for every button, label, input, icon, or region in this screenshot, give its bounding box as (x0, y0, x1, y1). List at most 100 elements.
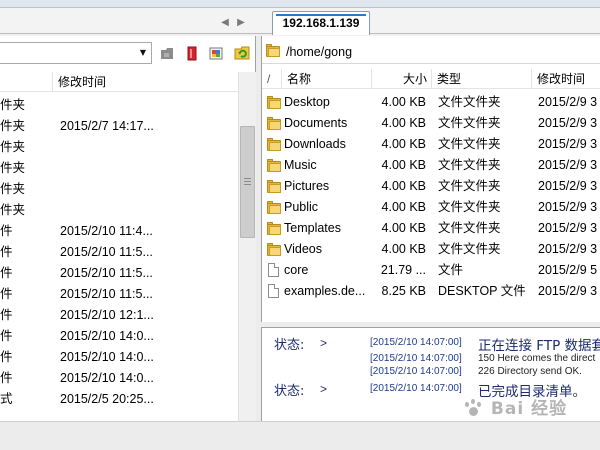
file-name: Templates (284, 221, 341, 235)
list-item[interactable]: 件 2015/2/10 11:5... (0, 242, 238, 263)
table-row[interactable]: Videos 4.00 KB 文件文件夹 2015/2/9 3 (262, 239, 600, 260)
folder-icon (267, 138, 281, 151)
header-size[interactable]: 大小 (372, 69, 432, 89)
file-size: 4.00 KB (381, 137, 426, 151)
delete-icon[interactable] (183, 44, 201, 62)
item-type: 件 (0, 224, 13, 238)
table-row[interactable]: examples.de... 8.25 KB DESKTOP 文件 2015/2… (262, 281, 600, 302)
list-item[interactable]: 件 2015/2/10 12:1... (0, 305, 238, 326)
log-message: 226 Directory send OK. (478, 366, 582, 377)
tab-scroll-right-icon[interactable]: ▶ (235, 17, 247, 29)
list-item[interactable]: 件夹 (0, 137, 238, 158)
folder-icon (267, 96, 281, 109)
list-item[interactable]: 件 2015/2/10 11:5... (0, 284, 238, 305)
remote-path-bar[interactable]: /home/gong (262, 40, 600, 64)
local-vertical-scrollbar[interactable] (238, 72, 256, 421)
item-type: 件夹 (0, 140, 26, 154)
window-top-strip (0, 0, 600, 8)
table-row[interactable]: Pictures 4.00 KB 文件文件夹 2015/2/9 3 (262, 176, 600, 197)
item-type: 件 (0, 350, 13, 364)
file-name: Music (284, 158, 317, 172)
file-type: 文件文件夹 (438, 200, 501, 214)
table-row[interactable]: Templates 4.00 KB 文件文件夹 2015/2/9 3 (262, 218, 600, 239)
header-type[interactable]: 类型 (432, 69, 532, 89)
file-icon (268, 263, 279, 277)
file-name: Desktop (284, 95, 330, 109)
log-timestamp: [2015/2/10 14:07:00] (370, 383, 462, 394)
file-modified: 2015/2/9 3 (538, 284, 598, 298)
item-date: 2015/2/10 11:5... (60, 245, 153, 259)
properties-icon[interactable] (207, 44, 225, 62)
local-list-header: 修改时间 (0, 72, 238, 92)
table-row[interactable]: core 21.79 ... 文件 2015/2/9 5 (262, 260, 600, 281)
remote-path-text[interactable]: /home/gong (286, 45, 352, 59)
table-row[interactable]: Downloads 4.00 KB 文件文件夹 2015/2/9 3 (262, 134, 600, 155)
remote-list-header: / 名称 大小 类型 修改时间 (262, 69, 600, 89)
list-item[interactable]: 件 2015/2/10 14:0... (0, 347, 238, 368)
list-item[interactable]: 件夹 (0, 158, 238, 179)
item-date: 2015/2/7 14:17... (60, 119, 154, 133)
log-status-label: 状态: (274, 384, 305, 399)
table-row[interactable]: Public 4.00 KB 文件文件夹 2015/2/9 3 (262, 197, 600, 218)
file-modified: 2015/2/9 3 (538, 242, 598, 256)
file-size: 4.00 KB (381, 116, 426, 130)
file-modified: 2015/2/9 3 (538, 200, 598, 214)
folder-up-icon[interactable] (158, 44, 176, 62)
item-type: 件夹 (0, 98, 26, 112)
log-timestamp: [2015/2/10 14:07:00] (370, 353, 462, 364)
table-row[interactable]: Music 4.00 KB 文件文件夹 2015/2/9 3 (262, 155, 600, 176)
file-modified: 2015/2/9 3 (538, 137, 598, 151)
log-arrow: > (320, 382, 328, 396)
item-type: 件 (0, 371, 13, 385)
log-message: 150 Here comes the direct (478, 353, 596, 364)
folder-icon (267, 222, 281, 235)
chevron-down-icon[interactable]: ▼ (137, 46, 149, 60)
file-modified: 2015/2/9 3 (538, 116, 598, 130)
item-type: 件夹 (0, 182, 26, 196)
list-item[interactable]: 式 2015/2/5 20:25... (0, 389, 238, 410)
item-type: 件 (0, 329, 13, 343)
list-item[interactable]: 件 2015/2/10 14:0... (0, 326, 238, 347)
tab-remote-host[interactable]: 192.168.1.139 (272, 11, 370, 35)
watermark: Bai 经验 (462, 394, 592, 422)
file-size: 4.00 KB (381, 200, 426, 214)
log-timestamp: [2015/2/10 14:07:00] (370, 366, 462, 377)
folder-icon (267, 201, 281, 214)
status-bar (0, 421, 600, 450)
header-name[interactable] (0, 72, 53, 92)
file-modified: 2015/2/9 3 (538, 221, 598, 235)
paw-logo-icon (462, 399, 484, 419)
list-item[interactable]: 件 2015/2/10 11:5... (0, 263, 238, 284)
table-row[interactable]: Documents 4.00 KB 文件文件夹 2015/2/9 3 (262, 113, 600, 134)
scrollbar-thumb[interactable] (240, 126, 255, 238)
refresh-icon[interactable] (232, 44, 250, 62)
remote-file-pane: /home/gong / 名称 大小 类型 修改时间 Desktop 4.00 … (261, 36, 600, 322)
item-type: 件夹 (0, 203, 26, 217)
local-path-combo[interactable]: ▼ (0, 42, 152, 64)
list-item[interactable]: 件夹 2015/2/7 14:17... (0, 116, 238, 137)
list-item[interactable]: 件夹 (0, 179, 238, 200)
list-item[interactable]: 件 2015/2/10 11:4... (0, 221, 238, 242)
item-date: 2015/2/10 12:1... (60, 308, 154, 322)
list-item[interactable]: 件夹 (0, 200, 238, 221)
item-date: 2015/2/10 11:5... (60, 287, 153, 301)
table-row[interactable]: Desktop 4.00 KB 文件文件夹 2015/2/9 3 (262, 92, 600, 113)
file-name: examples.de... (284, 284, 366, 298)
file-modified: 2015/2/9 3 (538, 95, 598, 109)
header-modified[interactable]: 修改时间 (53, 72, 238, 92)
file-size: 4.00 KB (381, 95, 426, 109)
file-type: DESKTOP 文件 (438, 284, 526, 298)
file-name: Pictures (284, 179, 330, 193)
header-sort[interactable]: / (262, 69, 282, 89)
list-item[interactable]: 件夹 (0, 95, 238, 116)
file-size: 4.00 KB (381, 242, 426, 256)
item-date: 2015/2/10 14:0... (60, 329, 154, 343)
header-modified[interactable]: 修改时间 (532, 69, 600, 89)
item-type: 件 (0, 245, 13, 259)
log-message: 正在连接 FTP 数据套 (478, 338, 600, 354)
file-type: 文件文件夹 (438, 158, 501, 172)
header-name[interactable]: 名称 (282, 69, 372, 89)
list-item[interactable]: 件 2015/2/10 14:0... (0, 368, 238, 389)
file-type: 文件文件夹 (438, 221, 501, 235)
tab-scroll-left-icon[interactable]: ◀ (219, 17, 231, 29)
